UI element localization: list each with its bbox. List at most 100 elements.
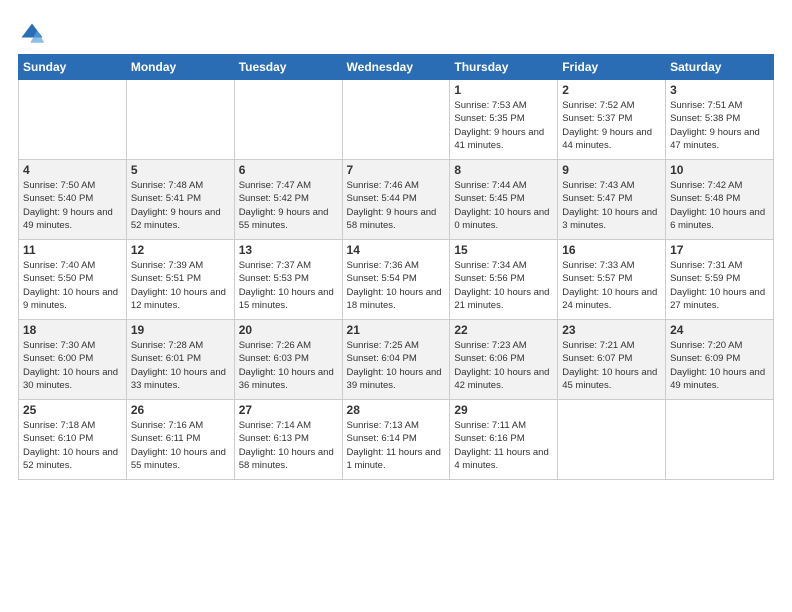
day-info: Sunrise: 7:37 AM Sunset: 5:53 PM Dayligh…: [239, 259, 338, 312]
calendar-cell: 8Sunrise: 7:44 AM Sunset: 5:45 PM Daylig…: [450, 160, 558, 240]
day-info: Sunrise: 7:16 AM Sunset: 6:11 PM Dayligh…: [131, 419, 230, 472]
day-number: 8: [454, 163, 553, 177]
header-cell-thursday: Thursday: [450, 55, 558, 80]
calendar-cell: [126, 80, 234, 160]
calendar-cell: 11 Sunrise: 7:40 AM Sunset: 5:50 PM Dayli…: [19, 240, 127, 320]
calendar-cell: 17 Sunrise: 7:31 AM Sunset: 5:59 PM Dayli…: [666, 240, 774, 320]
day-number: 7: [347, 163, 446, 177]
header-cell-tuesday: Tuesday: [234, 55, 342, 80]
header-cell-monday: Monday: [126, 55, 234, 80]
calendar-cell: 15Sunrise: 7:34 AM Sunset: 5:56 PM Dayli…: [450, 240, 558, 320]
day-info: Sunrise: 7:21 AM Sunset: 6:07 PM Dayligh…: [562, 339, 661, 392]
calendar-table: SundayMondayTuesdayWednesdayThursdayFrid…: [18, 54, 774, 480]
day-info: Sunrise: 7:18 AM Sunset: 6:10 PM Dayligh…: [23, 419, 122, 472]
day-number: 13: [239, 243, 338, 257]
day-info: Sunrise: 7:40 AM Sunset: 5:50 PM Dayligh…: [23, 259, 122, 312]
week-row-5: 25 Sunrise: 7:18 AM Sunset: 6:10 PM Dayli…: [19, 400, 774, 480]
day-info: Sunrise: 7:36 AM Sunset: 5:54 PM Dayligh…: [347, 259, 446, 312]
calendar-cell: 28 Sunrise: 7:13 AM Sunset: 6:14 PM Dayli…: [342, 400, 450, 480]
day-number: 16: [562, 243, 661, 257]
calendar-cell: 13 Sunrise: 7:37 AM Sunset: 5:53 PM Dayli…: [234, 240, 342, 320]
day-number: 21: [347, 323, 446, 337]
day-number: 2: [562, 83, 661, 97]
logo-icon: [18, 20, 46, 48]
day-info: Sunrise: 7:46 AM Sunset: 5:44 PM Dayligh…: [347, 179, 446, 232]
calendar-cell: 4Sunrise: 7:50 AM Sunset: 5:40 PM Daylig…: [19, 160, 127, 240]
calendar-cell: 7 Sunrise: 7:46 AM Sunset: 5:44 PM Daylig…: [342, 160, 450, 240]
day-number: 19: [131, 323, 230, 337]
day-info: Sunrise: 7:34 AM Sunset: 5:56 PM Dayligh…: [454, 259, 553, 312]
header-cell-wednesday: Wednesday: [342, 55, 450, 80]
week-row-2: 4Sunrise: 7:50 AM Sunset: 5:40 PM Daylig…: [19, 160, 774, 240]
calendar-cell: 12 Sunrise: 7:39 AM Sunset: 5:51 PM Dayli…: [126, 240, 234, 320]
calendar-cell: [234, 80, 342, 160]
day-number: 3: [670, 83, 769, 97]
calendar-cell: 26 Sunrise: 7:16 AM Sunset: 6:11 PM Dayli…: [126, 400, 234, 480]
calendar-cell: 29 Sunrise: 7:11 AM Sunset: 6:16 PM Dayli…: [450, 400, 558, 480]
calendar-cell: 19 Sunrise: 7:28 AM Sunset: 6:01 PM Dayli…: [126, 320, 234, 400]
day-info: Sunrise: 7:50 AM Sunset: 5:40 PM Dayligh…: [23, 179, 122, 232]
calendar-cell: 14 Sunrise: 7:36 AM Sunset: 5:54 PM Dayli…: [342, 240, 450, 320]
day-number: 27: [239, 403, 338, 417]
calendar-cell: 1Sunrise: 7:53 AM Sunset: 5:35 PM Daylig…: [450, 80, 558, 160]
day-info: Sunrise: 7:23 AM Sunset: 6:06 PM Dayligh…: [454, 339, 553, 392]
day-info: Sunrise: 7:47 AM Sunset: 5:42 PM Dayligh…: [239, 179, 338, 232]
calendar-cell: 3 Sunrise: 7:51 AM Sunset: 5:38 PM Daylig…: [666, 80, 774, 160]
day-number: 28: [347, 403, 446, 417]
day-info: Sunrise: 7:20 AM Sunset: 6:09 PM Dayligh…: [670, 339, 769, 392]
week-row-1: 1Sunrise: 7:53 AM Sunset: 5:35 PM Daylig…: [19, 80, 774, 160]
day-number: 6: [239, 163, 338, 177]
calendar-cell: 6 Sunrise: 7:47 AM Sunset: 5:42 PM Daylig…: [234, 160, 342, 240]
calendar-cell: 9 Sunrise: 7:43 AM Sunset: 5:47 PM Daylig…: [558, 160, 666, 240]
header-row: SundayMondayTuesdayWednesdayThursdayFrid…: [19, 55, 774, 80]
day-info: Sunrise: 7:26 AM Sunset: 6:03 PM Dayligh…: [239, 339, 338, 392]
header-cell-saturday: Saturday: [666, 55, 774, 80]
day-number: 20: [239, 323, 338, 337]
day-number: 26: [131, 403, 230, 417]
day-info: Sunrise: 7:30 AM Sunset: 6:00 PM Dayligh…: [23, 339, 122, 392]
day-info: Sunrise: 7:28 AM Sunset: 6:01 PM Dayligh…: [131, 339, 230, 392]
day-info: Sunrise: 7:13 AM Sunset: 6:14 PM Dayligh…: [347, 419, 446, 472]
header-cell-friday: Friday: [558, 55, 666, 80]
day-info: Sunrise: 7:25 AM Sunset: 6:04 PM Dayligh…: [347, 339, 446, 392]
day-number: 5: [131, 163, 230, 177]
calendar-cell: [19, 80, 127, 160]
day-number: 11: [23, 243, 122, 257]
calendar-header: SundayMondayTuesdayWednesdayThursdayFrid…: [19, 55, 774, 80]
calendar-cell: 25 Sunrise: 7:18 AM Sunset: 6:10 PM Dayli…: [19, 400, 127, 480]
calendar-cell: [342, 80, 450, 160]
day-number: 10: [670, 163, 769, 177]
day-info: Sunrise: 7:52 AM Sunset: 5:37 PM Dayligh…: [562, 99, 661, 152]
day-info: Sunrise: 7:42 AM Sunset: 5:48 PM Dayligh…: [670, 179, 769, 232]
day-info: Sunrise: 7:39 AM Sunset: 5:51 PM Dayligh…: [131, 259, 230, 312]
day-number: 24: [670, 323, 769, 337]
header: [18, 16, 774, 48]
day-number: 29: [454, 403, 553, 417]
day-info: Sunrise: 7:43 AM Sunset: 5:47 PM Dayligh…: [562, 179, 661, 232]
calendar-cell: [666, 400, 774, 480]
calendar-cell: 20 Sunrise: 7:26 AM Sunset: 6:03 PM Dayli…: [234, 320, 342, 400]
calendar-cell: 24 Sunrise: 7:20 AM Sunset: 6:09 PM Dayli…: [666, 320, 774, 400]
day-number: 25: [23, 403, 122, 417]
day-info: Sunrise: 7:33 AM Sunset: 5:57 PM Dayligh…: [562, 259, 661, 312]
logo: [18, 20, 50, 48]
day-info: Sunrise: 7:11 AM Sunset: 6:16 PM Dayligh…: [454, 419, 553, 472]
page-container: SundayMondayTuesdayWednesdayThursdayFrid…: [0, 0, 792, 490]
calendar-cell: 16 Sunrise: 7:33 AM Sunset: 5:57 PM Dayli…: [558, 240, 666, 320]
day-number: 23: [562, 323, 661, 337]
day-number: 14: [347, 243, 446, 257]
calendar-cell: 18Sunrise: 7:30 AM Sunset: 6:00 PM Dayli…: [19, 320, 127, 400]
day-number: 9: [562, 163, 661, 177]
day-number: 17: [670, 243, 769, 257]
day-info: Sunrise: 7:31 AM Sunset: 5:59 PM Dayligh…: [670, 259, 769, 312]
day-info: Sunrise: 7:14 AM Sunset: 6:13 PM Dayligh…: [239, 419, 338, 472]
week-row-4: 18Sunrise: 7:30 AM Sunset: 6:00 PM Dayli…: [19, 320, 774, 400]
day-number: 12: [131, 243, 230, 257]
day-info: Sunrise: 7:53 AM Sunset: 5:35 PM Dayligh…: [454, 99, 553, 152]
calendar-body: 1Sunrise: 7:53 AM Sunset: 5:35 PM Daylig…: [19, 80, 774, 480]
calendar-cell: 21 Sunrise: 7:25 AM Sunset: 6:04 PM Dayli…: [342, 320, 450, 400]
day-info: Sunrise: 7:48 AM Sunset: 5:41 PM Dayligh…: [131, 179, 230, 232]
calendar-cell: 10 Sunrise: 7:42 AM Sunset: 5:48 PM Dayli…: [666, 160, 774, 240]
calendar-cell: 2 Sunrise: 7:52 AM Sunset: 5:37 PM Daylig…: [558, 80, 666, 160]
day-info: Sunrise: 7:51 AM Sunset: 5:38 PM Dayligh…: [670, 99, 769, 152]
